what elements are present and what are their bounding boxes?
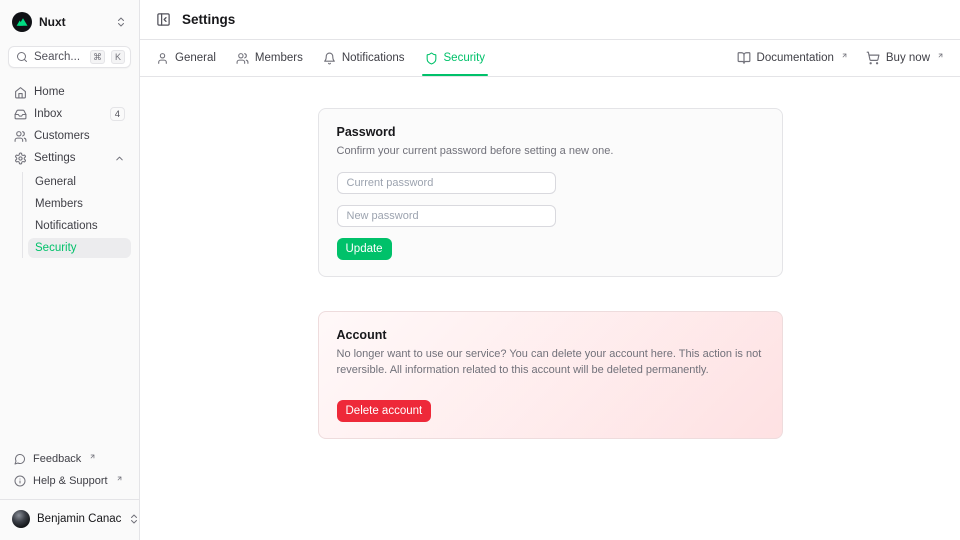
sidebar-item-general[interactable]: General [28, 172, 131, 192]
password-card-title: Password [337, 125, 764, 139]
info-icon [14, 475, 26, 487]
chevrons-up-down-icon [128, 513, 140, 525]
password-card-description: Confirm your current password before set… [337, 143, 764, 159]
users-icon [236, 52, 249, 65]
account-card: Account No longer want to use our servic… [318, 311, 783, 439]
bell-icon [323, 52, 336, 65]
inbox-icon [14, 108, 27, 121]
user-name: Benjamin Canac [37, 513, 121, 525]
avatar [12, 510, 30, 528]
account-card-description: No longer want to use our service? You c… [337, 346, 764, 378]
tab-notifications[interactable]: Notifications [323, 40, 405, 76]
tabbar-links: Documentation Buy now [737, 40, 944, 76]
chevrons-up-down-icon [115, 16, 127, 28]
sidebar-footer: Feedback Help & Support Benjamin Canac [8, 449, 131, 532]
shopping-cart-icon [866, 51, 880, 65]
app-window: Nuxt Search... ⌘ K Home [0, 0, 960, 540]
gear-icon [14, 152, 27, 165]
new-password-field[interactable] [337, 205, 556, 227]
sidebar-item-customers[interactable]: Customers [8, 126, 131, 146]
account-card-title: Account [337, 328, 764, 342]
collapse-sidebar-icon[interactable] [156, 12, 171, 27]
external-link-icon [937, 52, 944, 59]
update-password-button[interactable]: Update [337, 238, 392, 260]
tab-general[interactable]: General [156, 40, 216, 76]
documentation-link[interactable]: Documentation [737, 40, 848, 76]
page-header: Settings [140, 0, 960, 40]
tab-members[interactable]: Members [236, 40, 303, 76]
nuxt-logo-icon [12, 12, 32, 32]
chevron-up-icon [114, 153, 125, 164]
tab-security[interactable]: Security [425, 40, 486, 76]
sidebar-item-home[interactable]: Home [8, 82, 131, 102]
inbox-count-badge: 4 [110, 107, 125, 121]
search-placeholder: Search... [34, 51, 84, 63]
divider [0, 499, 139, 500]
shield-icon [425, 52, 438, 65]
chat-bubble-icon [14, 453, 26, 465]
sidebar-item-security[interactable]: Security [28, 238, 131, 258]
tabbar: General Members Notifications [140, 40, 960, 77]
kbd-k: K [111, 50, 125, 64]
search-icon [16, 51, 28, 63]
external-link-icon [116, 475, 123, 482]
user-menu[interactable]: Benjamin Canac [8, 506, 131, 532]
settings-subnav: General Members Notifications Security [22, 172, 131, 258]
external-link-icon [89, 453, 96, 460]
team-switcher[interactable]: Nuxt [8, 10, 131, 34]
search-input[interactable]: Search... ⌘ K [8, 46, 131, 68]
current-password-field[interactable] [337, 172, 556, 194]
help-support-link[interactable]: Help & Support [8, 471, 131, 491]
sidebar-item-members[interactable]: Members [28, 194, 131, 214]
password-card: Password Confirm your current password b… [318, 108, 783, 277]
delete-account-button[interactable]: Delete account [337, 400, 432, 422]
team-name: Nuxt [39, 15, 108, 29]
sidebar: Nuxt Search... ⌘ K Home [0, 0, 140, 540]
feedback-link[interactable]: Feedback [8, 449, 131, 469]
tabs: General Members Notifications [156, 40, 485, 76]
settings-security-panel: Password Confirm your current password b… [140, 77, 960, 540]
sidebar-item-notifications[interactable]: Notifications [28, 216, 131, 236]
sidebar-item-inbox[interactable]: Inbox 4 [8, 104, 131, 124]
book-open-icon [737, 51, 751, 65]
sidebar-nav: Home Inbox 4 Customers Settings [8, 82, 131, 258]
home-icon [14, 86, 27, 99]
main-area: Settings General Members [140, 0, 960, 540]
buy-now-link[interactable]: Buy now [866, 40, 944, 76]
page-title: Settings [182, 12, 235, 27]
sidebar-item-settings[interactable]: Settings [8, 148, 131, 168]
kbd-cmd: ⌘ [90, 50, 105, 64]
external-link-icon [841, 52, 848, 59]
user-icon [156, 52, 169, 65]
users-icon [14, 130, 27, 143]
